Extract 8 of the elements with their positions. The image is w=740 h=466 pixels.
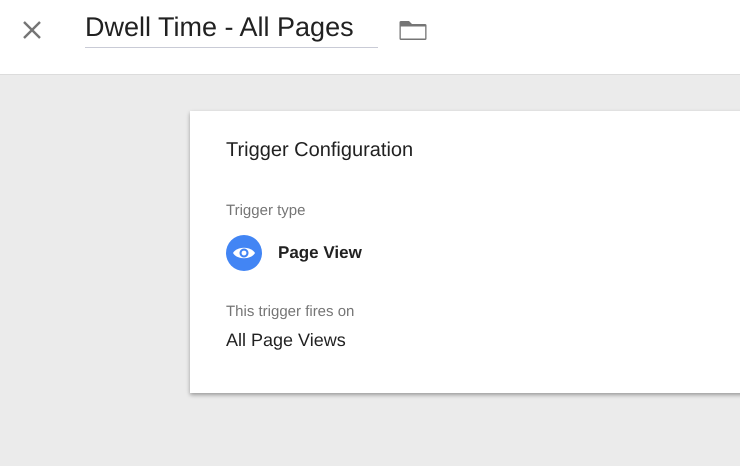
field-label: Trigger type [226, 202, 306, 219]
folder-icon[interactable] [398, 18, 428, 42]
card-title: Trigger Configuration [226, 139, 414, 162]
trigger-type-name: Page View [278, 243, 362, 263]
eye-icon [226, 235, 262, 271]
title-field[interactable]: Dwell Time - All Pages [85, 12, 378, 48]
field-label: This trigger fires on [226, 303, 356, 320]
field-value: All Page Views [226, 330, 347, 351]
